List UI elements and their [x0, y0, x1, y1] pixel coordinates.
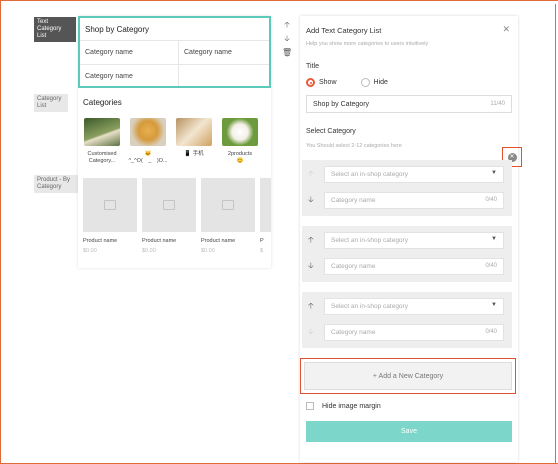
name-char-count: 0/40 [485, 329, 497, 335]
product-card: Product name $0.00 [142, 178, 196, 254]
divider [178, 40, 179, 86]
shop-by-category-block[interactable]: Shop by Category Category name Category … [78, 16, 271, 88]
category-cell: Category name [85, 49, 133, 56]
product-image-placeholder [83, 178, 137, 232]
product-card: Product name $0.00 [83, 178, 137, 254]
sidebar-tag-category-list[interactable]: Category List [34, 94, 68, 112]
preview-panel: Shop by Category Category name Category … [78, 16, 271, 268]
product-image-placeholder [201, 178, 255, 232]
title-visibility: Show Hide [306, 78, 412, 87]
hide-image-margin-checkbox[interactable] [306, 402, 314, 410]
category-label: Customised Category... [87, 151, 117, 164]
move-down-icon[interactable]: 🡣 [282, 32, 292, 46]
sidebar-tag-text-category-list[interactable]: Text Category List [34, 17, 76, 42]
hide-label: Hide [373, 79, 388, 86]
panel-subtitle: Help you show more categories to users i… [306, 41, 429, 47]
product-name: Product name [83, 238, 118, 244]
move-down-icon[interactable]: 🡣 [308, 194, 314, 208]
product-price: $0.00 [201, 248, 215, 254]
image-icon [163, 200, 175, 210]
product-image-placeholder [142, 178, 196, 232]
category-item: 2products 😊 [220, 118, 260, 165]
select-placeholder: Select an in-shop category [331, 303, 408, 310]
category-group: 🡡 🡣 Select an in-shop category ▼ Categor… [302, 226, 512, 282]
category-label: 🐱 ^_^O( _ )O... [128, 151, 168, 164]
move-down-icon[interactable]: 🡣 [308, 260, 314, 274]
category-group: 🡡 🡣 Select an in-shop category ▼ Categor… [302, 160, 512, 216]
product-price: $0.00 [142, 248, 156, 254]
product-name: Product name [201, 238, 236, 244]
divider [80, 40, 269, 41]
category-select[interactable]: Select an in-shop category ▼ [324, 298, 504, 315]
add-category-highlight: + Add a New Category [300, 358, 516, 394]
select-placeholder: Select an in-shop category [331, 171, 408, 178]
title-input[interactable]: Shop by Category 11/40 [306, 95, 512, 113]
category-select[interactable]: Select an in-shop category ▼ [324, 232, 504, 249]
product-image-placeholder [260, 178, 271, 232]
category-item: 🐱 ^_^O( _ )O... [128, 118, 168, 165]
delete-icon[interactable]: 🗑 [282, 46, 292, 60]
category-image [222, 118, 258, 146]
hide-radio[interactable] [360, 78, 370, 87]
hide-image-margin-label: Hide image margin [322, 402, 381, 410]
category-group: 🡡 🡣 Select an in-shop category ▼ Categor… [302, 292, 512, 348]
category-name-input[interactable]: Category name 0/40 [324, 324, 504, 341]
title-value: Shop by Category [313, 101, 370, 108]
categories-title: Categories [83, 98, 122, 107]
sidebar-tag-product-by-category[interactable]: Product - By Category [34, 175, 78, 193]
show-radio[interactable] [306, 78, 315, 87]
save-button[interactable]: Save [306, 421, 512, 442]
add-new-category-button[interactable]: + Add a New Category [304, 362, 512, 390]
select-category-hint: You Should select 2-12 categories here [306, 143, 402, 149]
caret-down-icon: ▼ [491, 302, 497, 308]
caret-down-icon: ▼ [491, 170, 497, 176]
product-card: Product name $0.00 [201, 178, 255, 254]
category-select[interactable]: Select an in-shop category ▼ [324, 166, 504, 183]
image-icon [104, 200, 116, 210]
panel-title: Add Text Category List [306, 26, 382, 35]
title-label: Title [306, 63, 319, 70]
move-up-icon[interactable]: 🡡 [308, 234, 314, 248]
product-name: P [260, 238, 264, 244]
product-card: P $ [260, 178, 271, 254]
category-item: Customised Category... [82, 118, 122, 165]
category-image [130, 118, 166, 146]
category-label: 📱 手机 [184, 151, 204, 157]
hide-image-margin-row: Hide image margin [306, 402, 381, 410]
block-actions: 🡡 🡣 🗑 [282, 18, 292, 60]
product-price: $ [260, 248, 264, 254]
caret-down-icon: ▼ [491, 236, 497, 242]
product-name: Product name [142, 238, 177, 244]
name-placeholder: Category name [331, 197, 376, 204]
product-price: $0.00 [83, 248, 97, 254]
select-placeholder: Select an in-shop category [331, 237, 408, 244]
move-up-icon[interactable]: 🡡 [308, 300, 314, 314]
select-category-label: Select Category [306, 128, 356, 135]
divider [80, 64, 269, 65]
move-up-icon[interactable]: 🡡 [308, 168, 314, 182]
close-icon[interactable]: ✕ [502, 24, 510, 35]
name-placeholder: Category name [331, 263, 376, 270]
category-cell: Category name [184, 49, 232, 56]
name-char-count: 0/40 [485, 197, 497, 203]
category-item: 📱 手机 [174, 118, 214, 158]
name-placeholder: Category name [331, 329, 376, 336]
name-char-count: 0/40 [485, 263, 497, 269]
category-image [176, 118, 212, 146]
category-name-input[interactable]: Category name 0/40 [324, 192, 504, 209]
category-cell: Category name [85, 73, 133, 80]
title-char-count: 11/40 [490, 101, 505, 107]
show-label: Show [319, 79, 337, 86]
move-up-icon[interactable]: 🡡 [282, 18, 292, 32]
image-icon [222, 200, 234, 210]
category-label: 2products 😊 [227, 151, 253, 164]
shop-by-category-title: Shop by Category [85, 25, 150, 34]
category-image [84, 118, 120, 146]
move-down-icon[interactable]: 🡣 [308, 326, 314, 340]
category-name-input[interactable]: Category name 0/40 [324, 258, 504, 275]
frame-right-border [555, 4, 556, 464]
